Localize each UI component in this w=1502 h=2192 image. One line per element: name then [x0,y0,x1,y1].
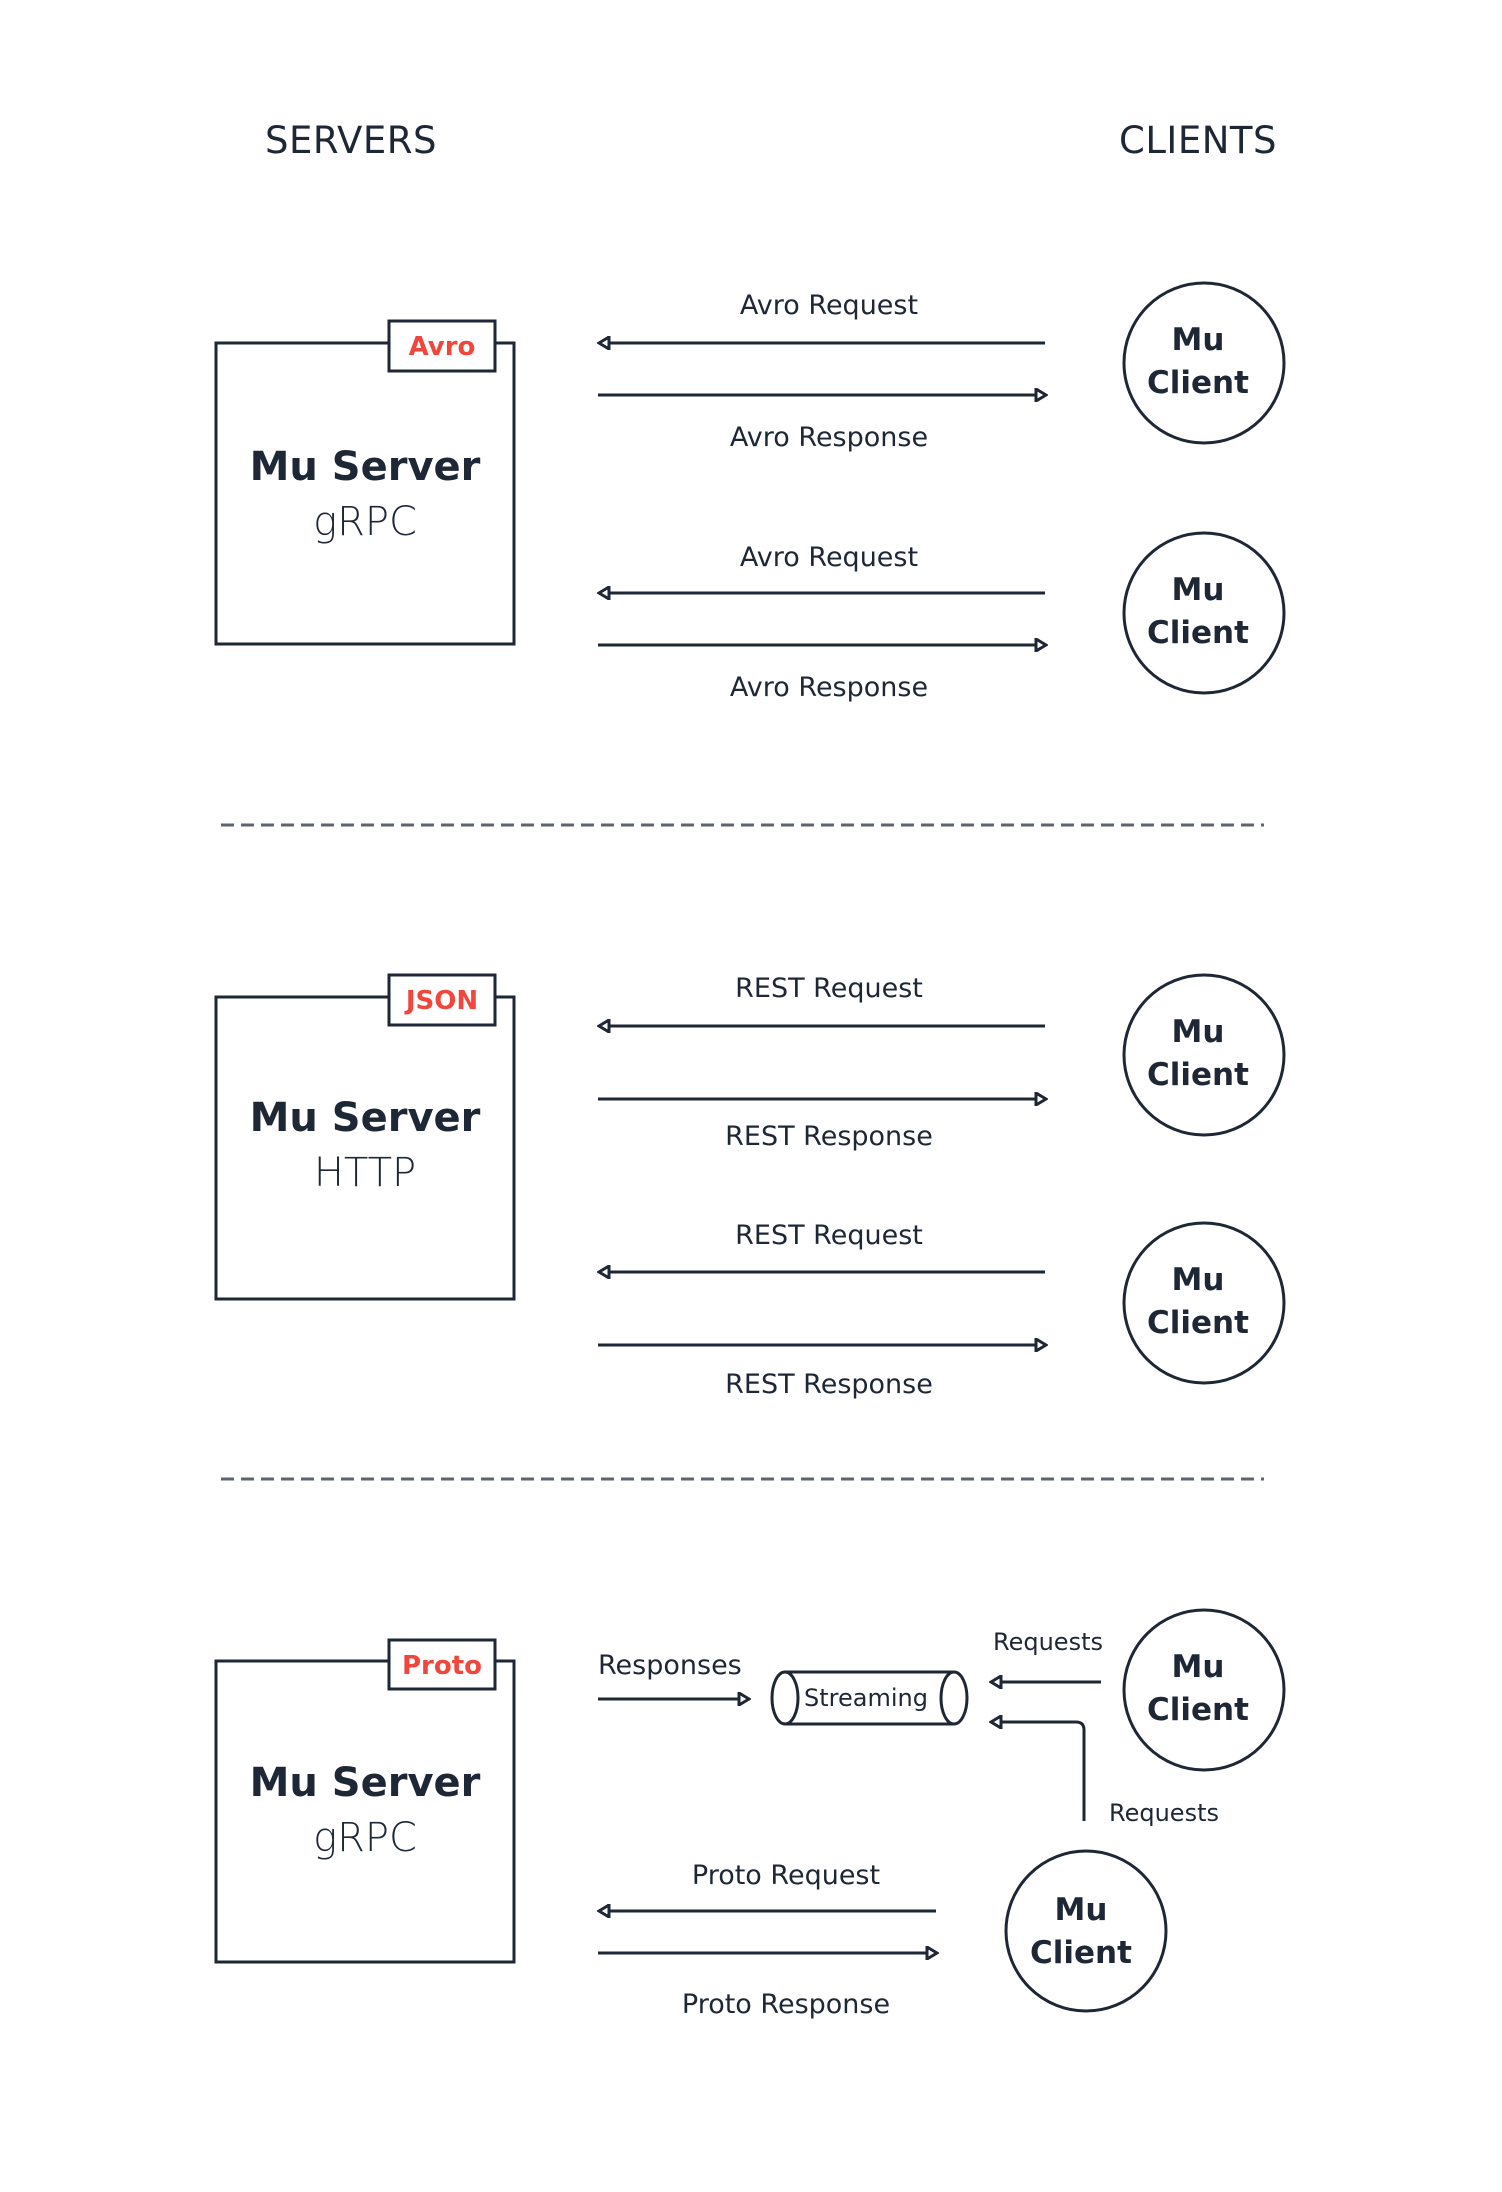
streaming-channel-label: Streaming [804,1684,928,1712]
server-protocol: gRPC [313,499,417,545]
client-label-line1: Mu [1172,572,1225,608]
client-label-line1: Mu [1172,1262,1225,1298]
format-tag-label: Proto [402,1651,482,1681]
request-label: REST Request [735,1220,923,1251]
server-box [214,341,516,646]
streaming-request-arrow-elbow [992,1722,1086,1821]
client-label-line1: Mu [1172,1014,1225,1050]
client-label-line2: Client [1147,1057,1249,1093]
section-proto: Proto Mu Server gRPC Responses Streaming… [214,1608,1286,2020]
response-label: Avro Response [730,422,928,453]
server-box [214,1659,516,1964]
section-avro: Avro Mu Server gRPC Avro Request Avro Re… [214,281,1286,703]
client-node [1122,531,1286,695]
response-label: REST Response [725,1369,933,1400]
client-node [1122,281,1286,445]
client-label-line2: Client [1030,1935,1132,1971]
server-title: Mu Server [250,444,481,490]
request-label: Avro Request [740,542,918,573]
server-protocol: HTTP [314,1150,416,1196]
request-label: Avro Request [740,290,918,321]
request-label: Proto Request [692,1860,880,1891]
client-node [1004,1849,1168,2013]
format-tag-label: Avro [409,332,476,362]
client-label-line2: Client [1147,365,1249,401]
server-protocol: gRPC [313,1815,417,1861]
format-tag-label: JSON [404,986,478,1016]
streaming-requests-label: Requests [993,1628,1103,1656]
client-node [1122,1608,1286,1772]
client-label-line2: Client [1147,1692,1249,1728]
server-title: Mu Server [250,1095,481,1141]
server-box [214,995,516,1301]
client-label-line1: Mu [1172,322,1225,358]
response-label: Avro Response [730,672,928,703]
streaming-responses-label: Responses [598,1650,742,1681]
client-label-line2: Client [1147,615,1249,651]
clients-header: CLIENTS [1119,119,1277,162]
servers-header: SERVERS [265,119,437,162]
response-label: Proto Response [682,1989,890,2020]
response-label: REST Response [725,1121,933,1152]
client-node [1122,1221,1286,1385]
client-node [1122,973,1286,1137]
architecture-diagram: SERVERS CLIENTS Avro Mu Server gRPC Avro… [214,119,1286,2020]
server-title: Mu Server [250,1760,481,1806]
client-label-line1: Mu [1172,1649,1225,1685]
client-label-line2: Client [1147,1305,1249,1341]
request-label: REST Request [735,973,923,1004]
streaming-channel: Streaming [770,1670,969,1726]
streaming-requests-label: Requests [1109,1799,1219,1827]
client-label-line1: Mu [1055,1892,1108,1928]
section-json: JSON Mu Server HTTP REST Request REST Re… [214,973,1286,1400]
